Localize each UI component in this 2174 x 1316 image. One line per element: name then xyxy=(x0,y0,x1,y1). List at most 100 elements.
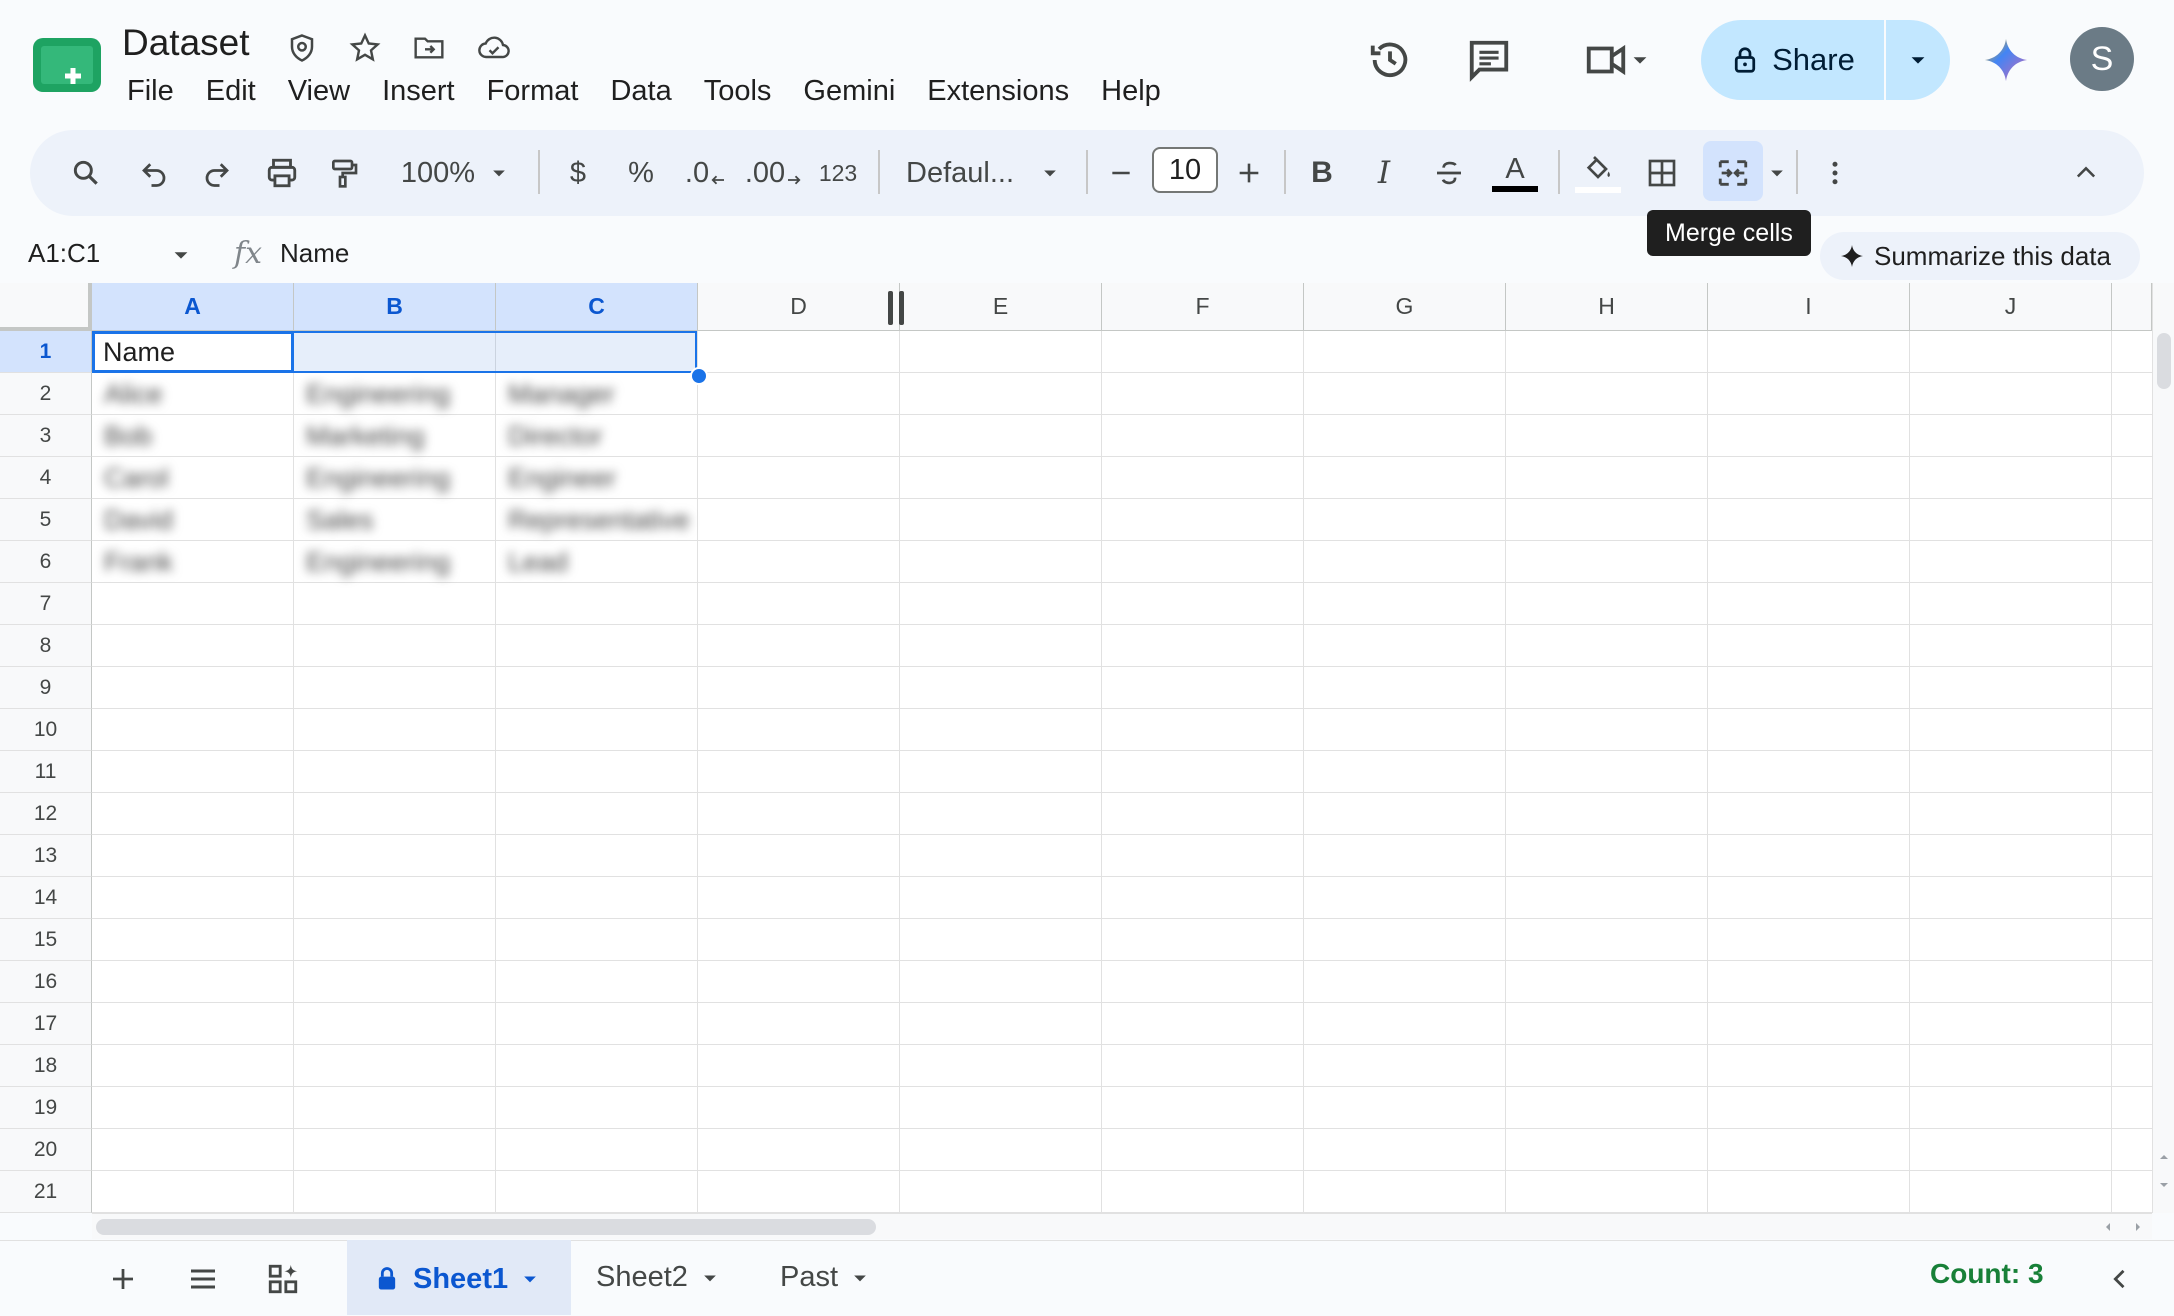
column-header-b[interactable]: B xyxy=(294,283,496,331)
sheets-logo-icon[interactable] xyxy=(33,38,101,92)
table-cell[interactable]: Engineer xyxy=(500,457,694,499)
menu-gemini[interactable]: Gemini xyxy=(787,70,911,112)
menu-help[interactable]: Help xyxy=(1085,70,1177,112)
increase-decimal-button[interactable]: .00 xyxy=(744,130,804,216)
decrease-decimal-button[interactable]: .0 xyxy=(680,130,732,216)
summarize-data-chip[interactable]: Summarize this data xyxy=(1820,232,2140,280)
row-header-16[interactable]: 16 xyxy=(0,961,92,1003)
row-header-17[interactable]: 17 xyxy=(0,1003,92,1045)
table-cell[interactable]: Alice xyxy=(96,373,290,415)
row-header-12[interactable]: 12 xyxy=(0,793,92,835)
vertical-scrollbar[interactable] xyxy=(2152,283,2174,1213)
cloud-saved-icon[interactable] xyxy=(474,28,514,68)
name-box[interactable]: A1:C1 xyxy=(28,238,100,269)
add-sheet-icon[interactable] xyxy=(93,1250,153,1308)
table-cell[interactable]: Carol xyxy=(96,457,290,499)
scroll-up-icon[interactable] xyxy=(2158,1151,2170,1163)
paint-format-icon[interactable] xyxy=(320,130,368,216)
document-title[interactable]: Dataset xyxy=(122,22,250,64)
sheet-tab-sheet1[interactable]: Sheet1 xyxy=(347,1240,571,1315)
column-header-c[interactable]: C xyxy=(496,283,698,331)
table-cell[interactable]: Lead xyxy=(500,541,694,583)
merge-cells-icon[interactable] xyxy=(1703,130,1763,216)
table-cell[interactable]: Engineering xyxy=(298,373,492,415)
sheet-tab-past[interactable]: Past xyxy=(754,1240,904,1315)
row-header-15[interactable]: 15 xyxy=(0,919,92,961)
account-avatar[interactable]: S xyxy=(2070,27,2134,91)
increase-font-size-icon[interactable] xyxy=(1226,130,1272,216)
scroll-right-icon[interactable] xyxy=(2132,1221,2144,1233)
chevron-down-icon[interactable] xyxy=(170,244,192,266)
row-header-6[interactable]: 6 xyxy=(0,541,92,583)
row-header-20[interactable]: 20 xyxy=(0,1129,92,1171)
row-header-9[interactable]: 9 xyxy=(0,667,92,709)
horizontal-scrollbar[interactable] xyxy=(92,1213,2152,1239)
menu-data[interactable]: Data xyxy=(594,70,687,112)
column-header-i[interactable]: I xyxy=(1708,283,1910,331)
select-all-corner[interactable] xyxy=(0,283,92,331)
font-size-input[interactable]: 10 xyxy=(1152,147,1218,193)
font-family-select[interactable]: Defaul... xyxy=(898,130,1068,216)
column-header-g[interactable]: G xyxy=(1304,283,1506,331)
row-header-21[interactable]: 21 xyxy=(0,1171,92,1213)
menu-insert[interactable]: Insert xyxy=(366,70,471,112)
zoom-select[interactable]: 100% xyxy=(390,130,520,216)
side-panel-toggle-icon[interactable] xyxy=(2090,1250,2150,1308)
security-shield-icon[interactable] xyxy=(282,28,322,68)
column-header-f[interactable]: F xyxy=(1102,283,1304,331)
row-header-4[interactable]: 4 xyxy=(0,457,92,499)
bold-button[interactable]: B xyxy=(1300,130,1344,216)
row-header-8[interactable]: 8 xyxy=(0,625,92,667)
format-percent-button[interactable]: % xyxy=(619,130,663,216)
menu-tools[interactable]: Tools xyxy=(688,70,788,112)
spreadsheet-grid[interactable]: A B C D E F G H I J 1 2 3 4 5 6 7 8 9 10 11 12 13 14 1… xyxy=(0,283,2152,1213)
table-cell[interactable]: David xyxy=(96,499,290,541)
format-currency-button[interactable]: $ xyxy=(556,130,600,216)
horizontal-scroll-thumb[interactable] xyxy=(96,1219,876,1235)
undo-icon[interactable] xyxy=(130,130,178,216)
share-dropdown-button[interactable] xyxy=(1886,20,1950,100)
formula-input[interactable]: Name xyxy=(280,238,349,269)
menu-edit[interactable]: Edit xyxy=(190,70,272,112)
table-cell[interactable]: Engineering xyxy=(298,457,492,499)
table-cell[interactable]: Sales xyxy=(298,499,492,541)
row-header-1[interactable]: 1 xyxy=(0,331,92,373)
print-icon[interactable] xyxy=(256,130,308,216)
table-cell[interactable]: Bob xyxy=(96,415,290,457)
row-header-11[interactable]: 11 xyxy=(0,751,92,793)
row-header-10[interactable]: 10 xyxy=(0,709,92,751)
italic-button[interactable]: I xyxy=(1362,130,1406,216)
borders-icon[interactable] xyxy=(1638,130,1686,216)
star-icon[interactable] xyxy=(345,28,385,68)
row-header-2[interactable]: 2 xyxy=(0,373,92,415)
row-header-14[interactable]: 14 xyxy=(0,877,92,919)
column-header-a[interactable]: A xyxy=(92,283,294,331)
strikethrough-icon[interactable] xyxy=(1425,130,1473,216)
hide-menus-icon[interactable] xyxy=(2060,130,2112,216)
column-header-e[interactable]: E xyxy=(900,283,1102,331)
column-header-h[interactable]: H xyxy=(1506,283,1708,331)
redo-icon[interactable] xyxy=(193,130,241,216)
merge-type-dropdown[interactable] xyxy=(1763,130,1791,216)
menu-extensions[interactable]: Extensions xyxy=(911,70,1085,112)
table-cell[interactable]: Engineering xyxy=(298,541,492,583)
menu-format[interactable]: Format xyxy=(471,70,595,112)
row-header-5[interactable]: 5 xyxy=(0,499,92,541)
table-cell[interactable]: Director xyxy=(500,415,694,457)
share-button[interactable]: Share xyxy=(1701,20,1884,100)
menu-file[interactable]: File xyxy=(111,70,190,112)
table-cell[interactable]: Marketing xyxy=(298,415,492,457)
row-header-19[interactable]: 19 xyxy=(0,1087,92,1129)
row-header-7[interactable]: 7 xyxy=(0,583,92,625)
gemini-sparkle-icon[interactable] xyxy=(1974,28,2038,92)
scroll-down-icon[interactable] xyxy=(2158,1179,2170,1191)
selection-count-status[interactable]: Count: 3 xyxy=(1930,1258,2044,1290)
decrease-font-size-icon[interactable] xyxy=(1098,130,1144,216)
text-color-button[interactable]: A xyxy=(1490,130,1540,216)
sheet-tab-sheet2[interactable]: Sheet2 xyxy=(570,1240,750,1315)
more-formats-button[interactable]: 123 xyxy=(812,130,864,216)
comments-icon[interactable] xyxy=(1457,28,1521,92)
menu-view[interactable]: View xyxy=(272,70,366,112)
table-cell[interactable]: Representative xyxy=(500,499,694,541)
search-menus-icon[interactable] xyxy=(62,130,110,216)
